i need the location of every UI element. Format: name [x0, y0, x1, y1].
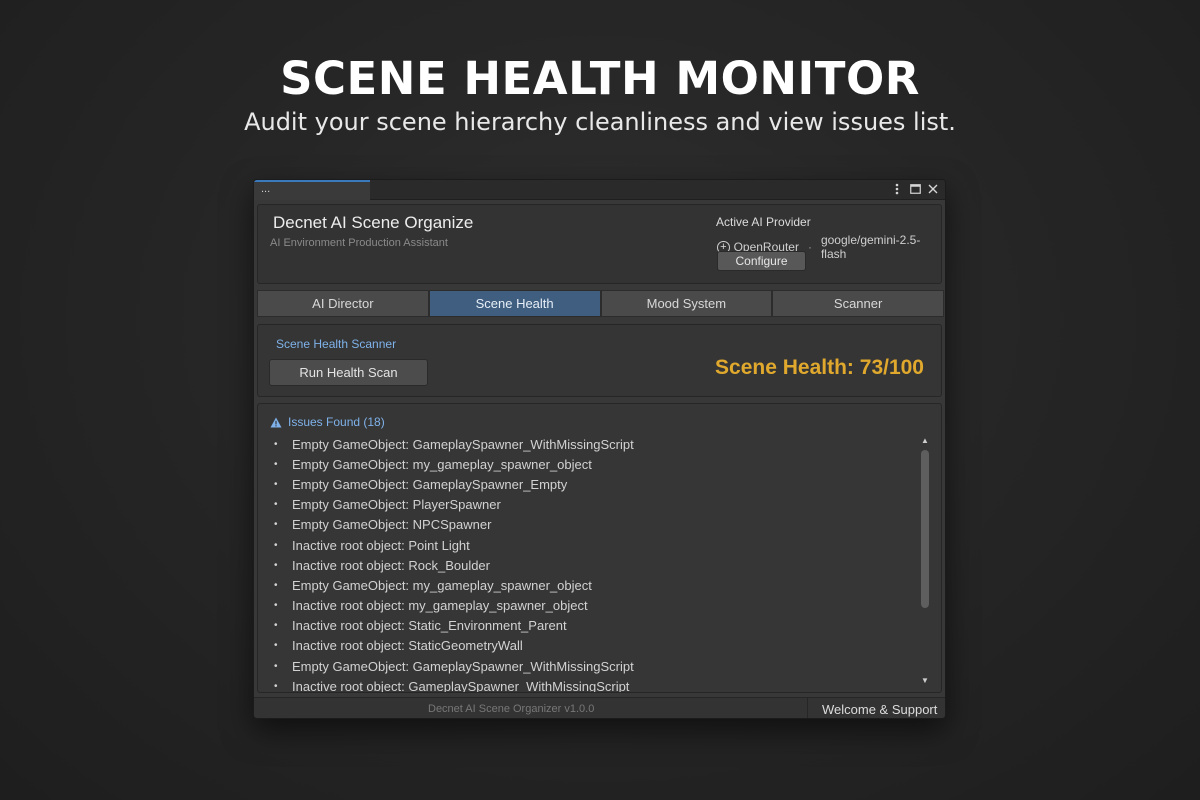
scroll-down-icon[interactable]: ▼: [919, 676, 931, 686]
tab-ai-director[interactable]: AI Director: [257, 290, 429, 317]
more-icon[interactable]: [891, 182, 903, 196]
issues-scrollbar[interactable]: ▲ ▼: [919, 434, 931, 686]
issue-text: Empty GameObject: GameplaySpawner_WithMi…: [292, 436, 634, 452]
scroll-up-icon[interactable]: ▲: [919, 436, 931, 446]
list-item[interactable]: • Empty GameObject: GameplaySpawner_Empty: [274, 474, 914, 494]
issue-text: Inactive root object: StaticGeometryWall: [292, 638, 523, 654]
header-panel: Decnet AI Scene Organize AI Environment …: [257, 204, 942, 284]
issue-text: Empty GameObject: my_gameplay_spawner_ob…: [292, 456, 592, 472]
window-tab[interactable]: ...: [254, 180, 370, 200]
footer-bar: Decnet AI Scene Organizer v1.0.0 Welcome…: [254, 697, 945, 718]
health-score: Scene Health: 73/100: [715, 356, 924, 379]
bullet-icon: •: [274, 438, 278, 450]
issues-header: Issues Found (18): [270, 415, 385, 429]
window-titlebar: ...: [254, 180, 945, 200]
provider-model: google/gemini-2.5-flash: [820, 233, 921, 261]
list-item[interactable]: • Inactive root object: my_gameplay_spawn…: [274, 596, 914, 616]
welcome-support-button[interactable]: Welcome & Support: [822, 702, 937, 717]
tab-bar: AI Director Scene Health Mood System Sca…: [257, 290, 944, 317]
issue-text: Inactive root object: GameplaySpawner_Wi…: [292, 678, 630, 693]
footer-divider: [807, 698, 808, 718]
close-icon[interactable]: [927, 182, 939, 196]
list-item[interactable]: • Empty GameObject: GameplaySpawner_WithM…: [274, 656, 914, 676]
list-item[interactable]: • Empty GameObject: PlayerSpawner: [274, 495, 914, 515]
app-subtitle: AI Environment Production Assistant: [270, 237, 448, 249]
issue-text: Inactive root object: Point Light: [292, 537, 470, 553]
issue-text: Empty GameObject: GameplaySpawner_WithMi…: [292, 658, 634, 674]
app-title: Decnet AI Scene Organize: [273, 213, 474, 232]
issues-panel: Issues Found (18) • Empty GameObject: Gam…: [257, 403, 942, 693]
bullet-icon: •: [274, 660, 278, 672]
list-item[interactable]: • Empty GameObject: GameplaySpawner_WithM…: [274, 434, 914, 454]
bullet-icon: •: [274, 680, 278, 692]
editor-window: ... Decnet AI Scene Organize AI Environm…: [253, 179, 946, 719]
bullet-icon: •: [274, 478, 278, 490]
scroll-thumb[interactable]: [921, 450, 929, 608]
hero-title: SCENE HEALTH MONITOR: [280, 52, 920, 105]
provider-separator: ·: [807, 240, 812, 254]
bullet-icon: •: [274, 458, 278, 470]
list-item[interactable]: • Inactive root object: Rock_Boulder: [274, 555, 914, 575]
configure-button[interactable]: Configure: [717, 251, 806, 271]
run-health-scan-button[interactable]: Run Health Scan: [269, 359, 428, 386]
tab-scene-health[interactable]: Scene Health: [428, 290, 601, 317]
list-item[interactable]: • Inactive root object: Point Light: [274, 535, 914, 555]
bullet-icon: •: [274, 640, 278, 652]
issue-text: Empty GameObject: PlayerSpawner: [292, 497, 501, 513]
bullet-icon: •: [274, 620, 278, 632]
bullet-icon: •: [274, 499, 278, 511]
bullet-icon: •: [274, 559, 278, 571]
scanner-label: Scene Health Scanner: [276, 337, 397, 351]
issue-text: Inactive root object: my_gameplay_spawne…: [292, 598, 588, 614]
titlebar-icons: [891, 182, 939, 196]
maximize-icon[interactable]: [909, 182, 921, 196]
list-item[interactable]: • Empty GameObject: my_gameplay_spawner_o…: [274, 454, 914, 474]
issue-list: • Empty GameObject: GameplaySpawner_WithM…: [274, 434, 914, 693]
list-item[interactable]: • Empty GameObject: NPCSpawner: [274, 515, 914, 535]
bullet-icon: •: [274, 519, 278, 531]
issue-text: Inactive root object: Rock_Boulder: [292, 557, 490, 573]
warning-icon: [270, 417, 282, 427]
bullet-icon: •: [274, 579, 278, 591]
tab-scanner[interactable]: Scanner: [772, 290, 944, 317]
scanner-panel: Scene Health Scanner Run Health Scan Sce…: [257, 324, 942, 397]
issue-text: Empty GameObject: my_gameplay_spawner_ob…: [292, 577, 592, 593]
bullet-icon: •: [274, 539, 278, 551]
issue-text: Empty GameObject: GameplaySpawner_Empty: [292, 476, 568, 492]
hero-subtitle: Audit your scene hierarchy cleanliness a…: [244, 108, 956, 136]
tab-mood-system[interactable]: Mood System: [600, 290, 773, 317]
list-item[interactable]: • Inactive root object: Static_Environmen…: [274, 616, 914, 636]
issue-text: Inactive root object: Static_Environment…: [292, 618, 567, 634]
provider-label: Active AI Provider: [716, 215, 811, 229]
bullet-icon: •: [274, 600, 278, 612]
list-item[interactable]: • Inactive root object: StaticGeometryWal…: [274, 636, 914, 656]
list-item[interactable]: • Inactive root object: GameplaySpawner_W…: [274, 676, 914, 693]
list-item[interactable]: • Empty GameObject: my_gameplay_spawner_o…: [274, 575, 914, 595]
issues-count: Issues Found (18): [288, 415, 385, 429]
version-label: Decnet AI Scene Organizer v1.0.0: [428, 703, 595, 715]
issue-text: Empty GameObject: NPCSpawner: [292, 517, 492, 533]
